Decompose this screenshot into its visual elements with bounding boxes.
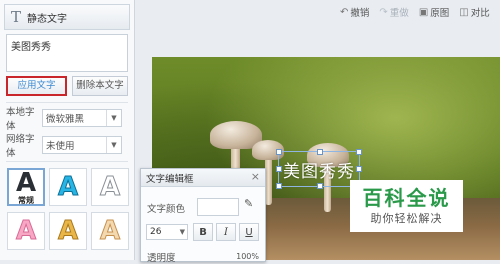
local-font-row: 本地字体 微软雅黑 ▼ [6,107,122,132]
text-style-outline[interactable]: A [91,168,129,206]
original-label: 原图 [430,8,450,19]
style-glyph: A [57,172,79,202]
bold-button[interactable]: B [193,223,213,241]
font-size-select[interactable]: 26 ▼ [146,224,188,240]
text-tool-icon: T [11,8,22,26]
panel-title: 静态文字 [27,13,68,25]
style-glyph: A [15,216,37,246]
text-input[interactable]: 美图秀秀 [6,34,128,72]
image-icon: ▣ [418,6,429,18]
eyedropper-icon[interactable]: ✎ [244,197,253,210]
text-style-regular[interactable]: A 常规 [7,168,45,206]
divider [6,102,128,103]
resize-handle[interactable] [276,149,282,155]
text-style-dotted[interactable]: A [91,212,129,250]
original-button[interactable]: ▣ 原图 [418,5,450,20]
style-glyph: A [99,172,121,202]
undo-label: 撤销 [350,8,370,19]
mushroom-stem [265,155,272,205]
web-font-row: 网络字体 未使用 ▼ [6,134,122,159]
chevron-down-icon: ▼ [179,228,185,236]
text-style-pink[interactable]: A [7,212,45,250]
web-font-label: 网络字体 [6,134,35,159]
overlay-text: 美图秀秀 [283,161,355,182]
opacity-label: 透明度 [147,253,176,264]
apply-text-button[interactable]: 应用文字 [6,76,67,96]
local-font-value: 微软雅黑 [46,114,85,125]
divider [6,161,128,162]
style-glyph: A [57,216,79,246]
local-font-label: 本地字体 [6,107,35,132]
compare-button[interactable]: ◫ 对比 [459,5,490,20]
text-overlay-frame[interactable]: 美图秀秀 [276,149,362,189]
redo-label: 重做 [389,8,409,19]
watermark-title: 百科全说 [362,186,451,210]
text-style-gold[interactable]: A [49,212,87,250]
resize-handle[interactable] [317,149,323,155]
undo-button[interactable]: ↶ 撤销 [340,5,370,20]
text-color-swatch[interactable] [197,198,239,216]
chevron-down-icon: ▼ [106,137,121,153]
dialog-title-bar[interactable]: 文字编辑框 × [141,169,265,187]
underline-button[interactable]: U [239,223,259,241]
delete-text-button[interactable]: 删除本文字 [72,76,128,96]
undo-icon: ↶ [340,6,349,18]
local-font-select[interactable]: 微软雅黑 ▼ [42,109,122,127]
resize-handle[interactable] [276,166,282,172]
style-glyph: A [15,167,37,198]
text-style-cyan[interactable]: A [49,168,87,206]
style-label: 常规 [18,195,34,205]
compare-label: 对比 [470,8,490,19]
italic-button[interactable]: I [216,223,236,241]
watermark-logo: 百科全说 助你轻松解决 [350,180,463,232]
font-size-value: 26 [150,227,162,237]
redo-button[interactable]: ↷ 重做 [379,5,409,20]
top-toolbar: ↶ 撤销 ↷ 重做 ▣ 原图 ◫ 对比 [330,4,490,20]
web-font-select[interactable]: 未使用 ▼ [42,136,122,154]
text-edit-dialog: 文字编辑框 × 文字颜色 ✎ 26 ▼ B I U 透明度 100% [140,168,266,264]
text-color-label: 文字颜色 [147,204,186,215]
resize-handle[interactable] [276,183,282,189]
panel-header: T 静态文字 [4,4,130,30]
chevron-down-icon: ▼ [106,110,121,126]
redo-icon: ↷ [379,6,388,18]
resize-handle[interactable] [317,183,323,189]
watermark-subtitle: 助你轻松解决 [370,212,443,225]
dialog-title: 文字编辑框 [146,173,194,185]
web-font-value: 未使用 [46,141,75,152]
style-glyph: A [99,216,121,246]
compare-icon: ◫ [459,6,469,18]
close-icon[interactable]: × [251,170,260,183]
text-panel: T 静态文字 美图秀秀 应用文字 删除本文字 本地字体 微软雅黑 ▼ 网络字体 … [0,0,135,260]
resize-handle[interactable] [356,149,362,155]
resize-handle[interactable] [356,166,362,172]
